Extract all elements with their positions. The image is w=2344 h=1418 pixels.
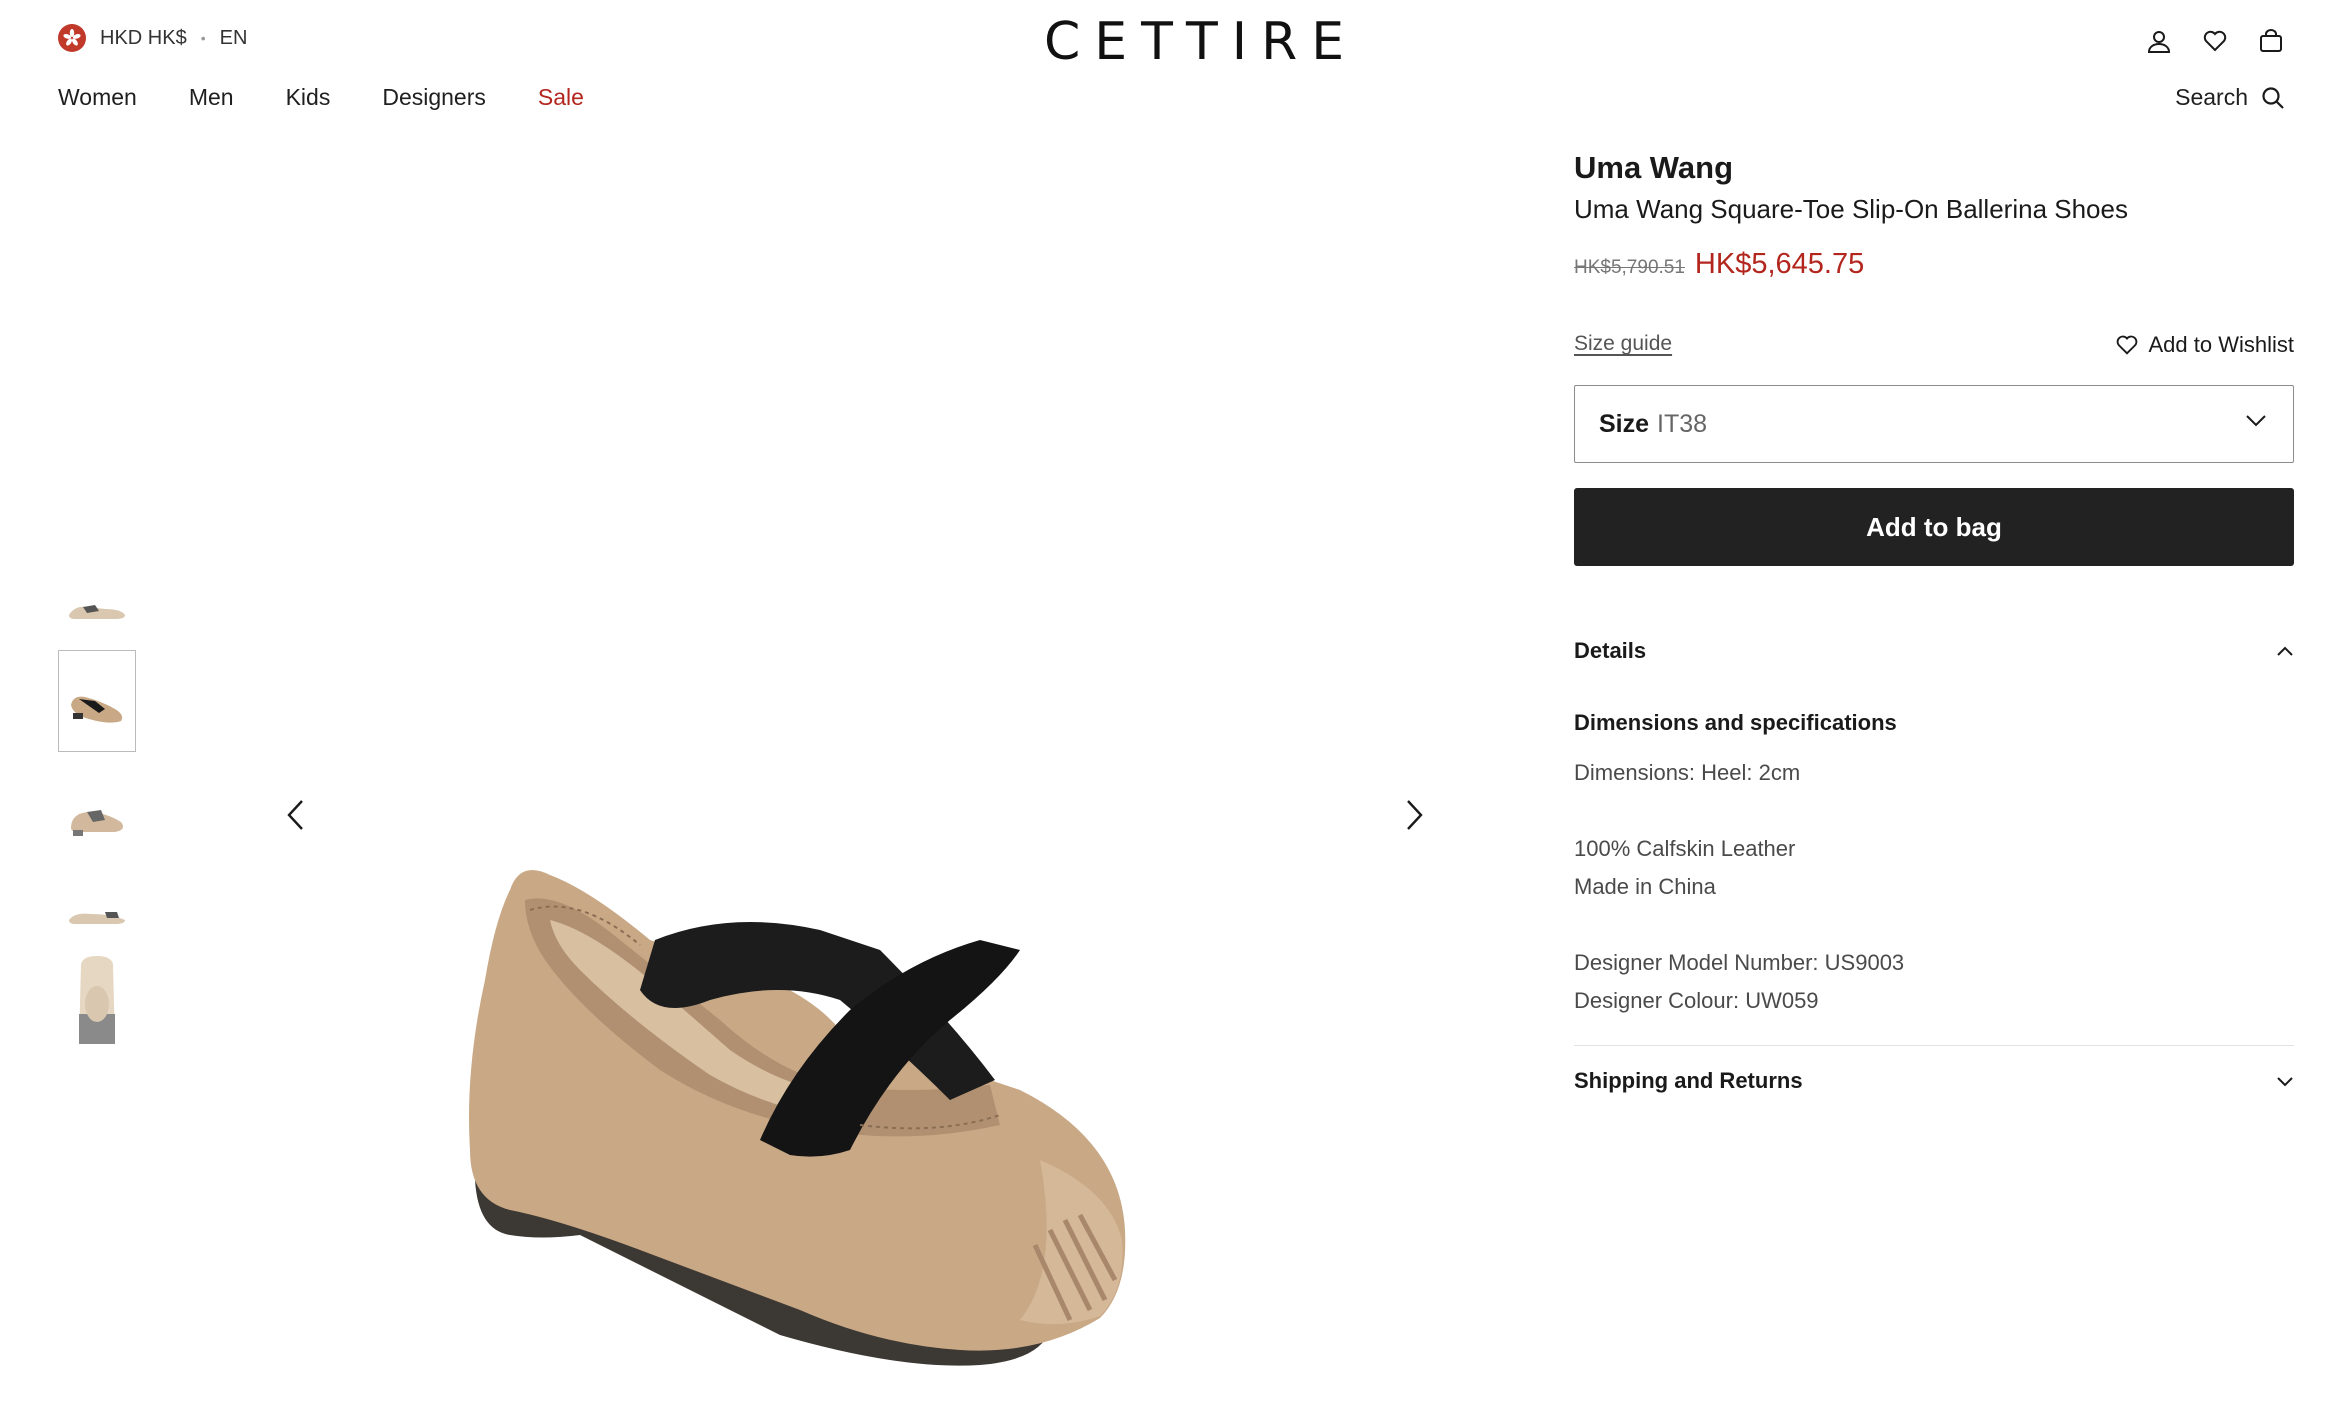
- size-select-label: Size: [1599, 409, 1650, 438]
- size-select-value: IT38: [1657, 409, 1708, 438]
- nav-designers[interactable]: Designers: [382, 84, 486, 111]
- shipping-accordion-header[interactable]: Shipping and Returns: [1574, 1068, 2294, 1094]
- nav-sale[interactable]: Sale: [538, 84, 584, 111]
- product-main-image: [260, 150, 1460, 1418]
- main-nav: Women Men Kids Designers Sale: [58, 84, 584, 111]
- search-label: Search: [2175, 84, 2248, 110]
- chevron-down-icon: [2246, 415, 2266, 427]
- separator-dot: •: [200, 30, 206, 46]
- search-button[interactable]: Search: [2175, 84, 2286, 111]
- chevron-down-icon: [2277, 1077, 2293, 1087]
- nav-women[interactable]: Women: [58, 84, 137, 111]
- spec-title: Dimensions and specifications: [1574, 710, 1897, 735]
- details-title: Details: [1574, 638, 1647, 663]
- language-label: EN: [219, 26, 248, 49]
- details-accordion-header[interactable]: Details: [1574, 638, 2294, 664]
- sale-price: HK$5,645.75: [1694, 248, 1865, 280]
- spec-line-model-number: Designer Model Number: US9003: [1574, 950, 1905, 975]
- spec-line-origin: Made in China: [1574, 874, 1716, 899]
- bag-icon[interactable]: [2256, 26, 2286, 56]
- thumbnail-5[interactable]: [58, 951, 136, 1051]
- thumbnail-1[interactable]: [58, 585, 136, 635]
- hong-kong-flag-icon: [58, 24, 86, 52]
- product-name: Uma Wang Square-Toe Slip-On Ballerina Sh…: [1574, 194, 2128, 224]
- wishlist-heart-icon[interactable]: [2200, 26, 2230, 56]
- nav-men[interactable]: Men: [189, 84, 234, 111]
- spec-line-material: 100% Calfskin Leather: [1574, 836, 1796, 861]
- add-to-wishlist-button[interactable]: Add to Wishlist: [2115, 332, 2295, 358]
- divider: [1574, 1045, 2294, 1046]
- original-price: HK$5,790.51: [1574, 257, 1685, 278]
- thumbnail-3[interactable]: [58, 785, 136, 855]
- wishlist-label: Add to Wishlist: [2148, 332, 2295, 357]
- account-icon[interactable]: [2144, 26, 2174, 56]
- search-icon: [2262, 86, 2284, 109]
- add-to-bag-button[interactable]: Add to bag: [1574, 488, 2294, 566]
- locale-selector[interactable]: HKD HK$ • EN: [58, 24, 247, 52]
- currency-label: HKD HK$: [100, 26, 187, 49]
- heart-icon: [2116, 335, 2137, 355]
- thumbnail-4[interactable]: [58, 897, 136, 937]
- nav-kids[interactable]: Kids: [286, 84, 331, 111]
- size-select[interactable]: Size IT38: [1574, 385, 2294, 463]
- site-header: HKD HK$ • EN CETTIRE Women Men Kids Desi…: [0, 0, 2344, 130]
- site-logo[interactable]: CETTIRE: [1044, 12, 1358, 72]
- shipping-title: Shipping and Returns: [1574, 1068, 1803, 1093]
- spec-line-colour: Designer Colour: UW059: [1574, 988, 1819, 1013]
- chevron-up-icon: [2277, 646, 2293, 656]
- size-guide-link[interactable]: Size guide: [1574, 332, 1672, 356]
- spec-line-dimensions: Dimensions: Heel: 2cm: [1574, 760, 1801, 785]
- header-actions: [2144, 26, 2286, 56]
- price-block: HK$5,790.51 HK$5,645.75: [1574, 248, 1864, 281]
- thumbnail-2-selected[interactable]: [58, 650, 136, 752]
- product-brand[interactable]: Uma Wang: [1574, 150, 1733, 186]
